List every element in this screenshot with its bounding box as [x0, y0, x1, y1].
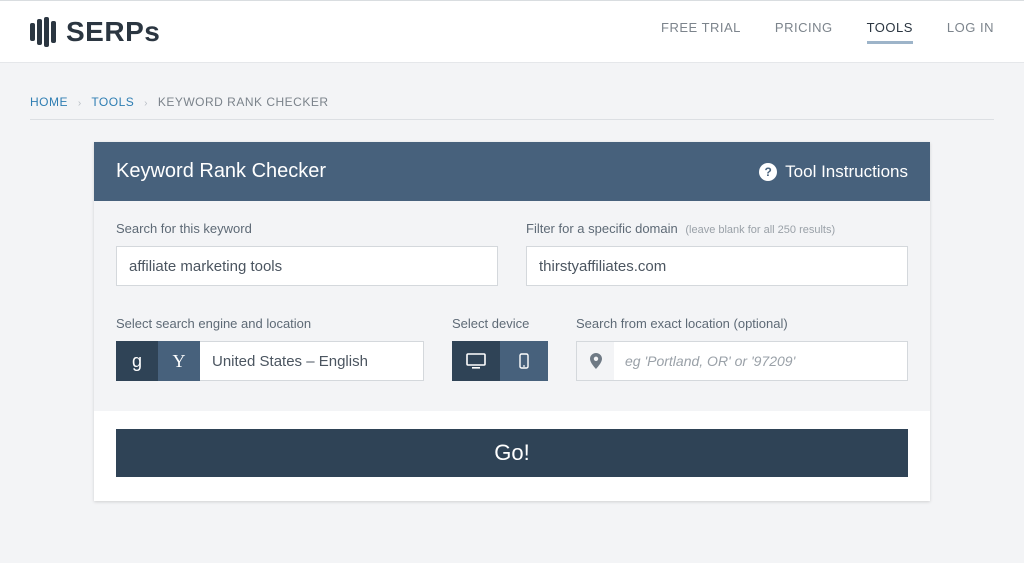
domain-label-hint: (leave blank for all 250 results)	[685, 224, 835, 236]
tool-instructions-link[interactable]: ? Tool Instructions	[759, 162, 908, 182]
crumb-current: KEYWORD RANK CHECKER	[158, 95, 329, 109]
go-button[interactable]: Go!	[116, 429, 908, 477]
nav-login[interactable]: LOG IN	[947, 20, 994, 44]
domain-label-text: Filter for a specific domain	[526, 221, 678, 236]
crumb-home[interactable]: HOME	[30, 95, 68, 109]
help-icon: ?	[759, 163, 777, 181]
exact-location-input[interactable]	[576, 341, 908, 381]
device-desktop-button[interactable]	[452, 341, 500, 381]
nav-pricing[interactable]: PRICING	[775, 20, 833, 44]
map-pin-icon	[576, 341, 614, 381]
keyword-label: Search for this keyword	[116, 221, 498, 236]
desktop-icon	[466, 353, 486, 369]
header: SERPs FREE TRIAL PRICING TOOLS LOG IN	[0, 0, 1024, 63]
nav-free-trial[interactable]: FREE TRIAL	[661, 20, 741, 44]
engine-location-input[interactable]	[200, 341, 424, 381]
brand[interactable]: SERPs	[30, 16, 160, 48]
tool-instructions-label: Tool Instructions	[785, 162, 908, 182]
device-toggle	[452, 341, 548, 381]
domain-input[interactable]	[526, 246, 908, 286]
mobile-icon	[519, 353, 529, 369]
card-title: Keyword Rank Checker	[116, 160, 326, 183]
engine-google-button[interactable]: g	[116, 341, 158, 381]
device-label: Select device	[452, 316, 548, 331]
brand-name: SERPs	[66, 16, 160, 48]
nav-tools[interactable]: TOOLS	[867, 20, 913, 44]
brand-logo-icon	[30, 18, 56, 46]
go-section: Go!	[94, 411, 930, 501]
engine-yahoo-button[interactable]: Y	[158, 341, 200, 381]
crumb-tools[interactable]: TOOLS	[91, 95, 134, 109]
engine-label: Select search engine and location	[116, 316, 424, 331]
domain-label: Filter for a specific domain (leave blan…	[526, 221, 908, 236]
engine-location-group: g Y	[116, 341, 424, 381]
chevron-right-icon: ›	[78, 98, 82, 109]
device-mobile-button[interactable]	[500, 341, 548, 381]
rank-checker-card: Keyword Rank Checker ? Tool Instructions…	[94, 142, 930, 501]
exact-location-label: Search from exact location (optional)	[576, 316, 908, 331]
breadcrumb: HOME › TOOLS › KEYWORD RANK CHECKER	[30, 63, 994, 120]
card-header: Keyword Rank Checker ? Tool Instructions	[94, 142, 930, 201]
primary-nav: FREE TRIAL PRICING TOOLS LOG IN	[661, 20, 994, 44]
card-body: Search for this keyword Filter for a spe…	[94, 201, 930, 411]
keyword-input[interactable]	[116, 246, 498, 286]
chevron-right-icon: ›	[144, 98, 148, 109]
